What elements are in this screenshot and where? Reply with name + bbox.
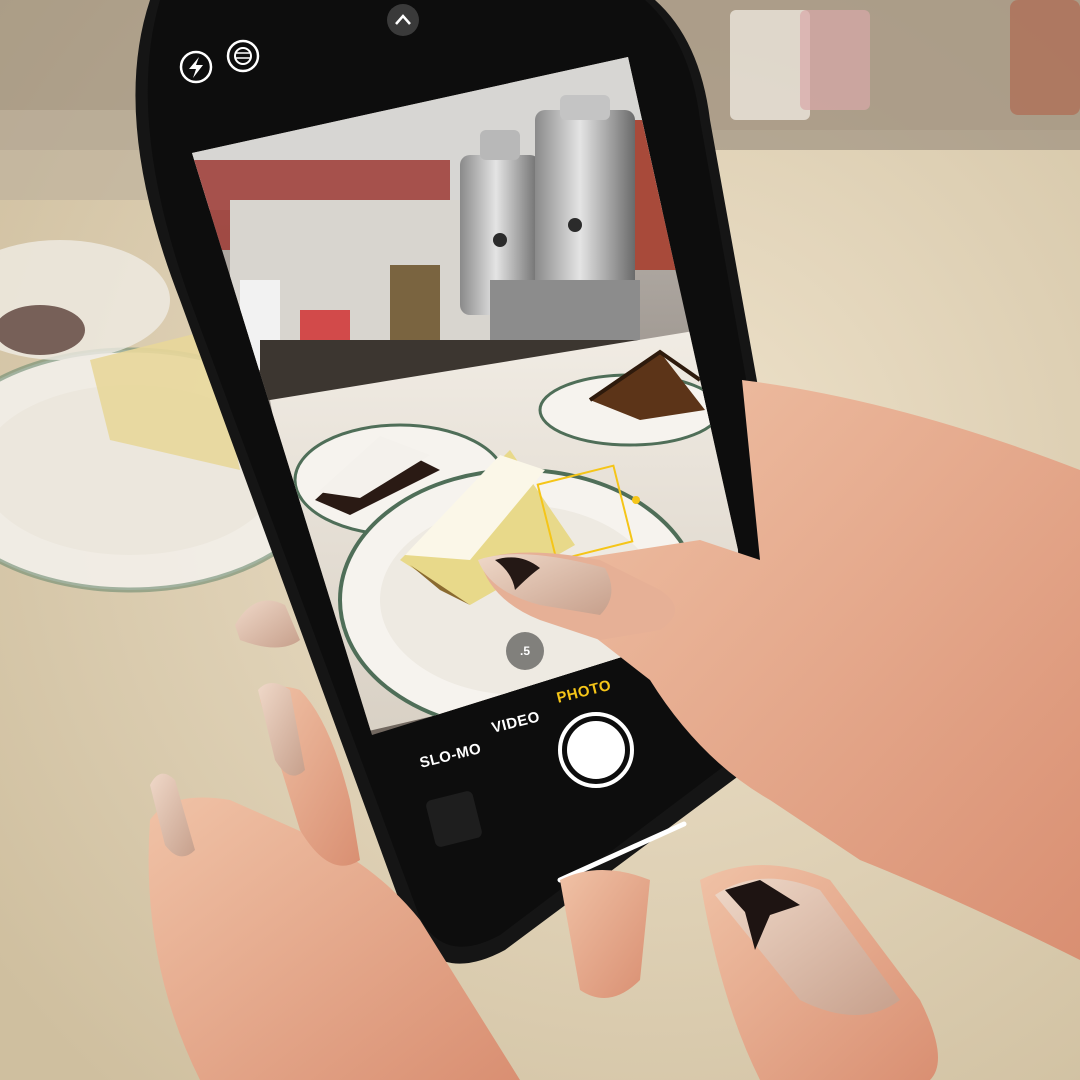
scene-illustration xyxy=(0,0,1080,1080)
shutter-button[interactable] xyxy=(558,712,634,788)
chevron-up-icon[interactable] xyxy=(387,4,419,36)
zoom-button[interactable]: .5 xyxy=(506,632,544,670)
photo-scene: SLO-MO VIDEO PHOTO .5 xyxy=(0,0,1080,1080)
